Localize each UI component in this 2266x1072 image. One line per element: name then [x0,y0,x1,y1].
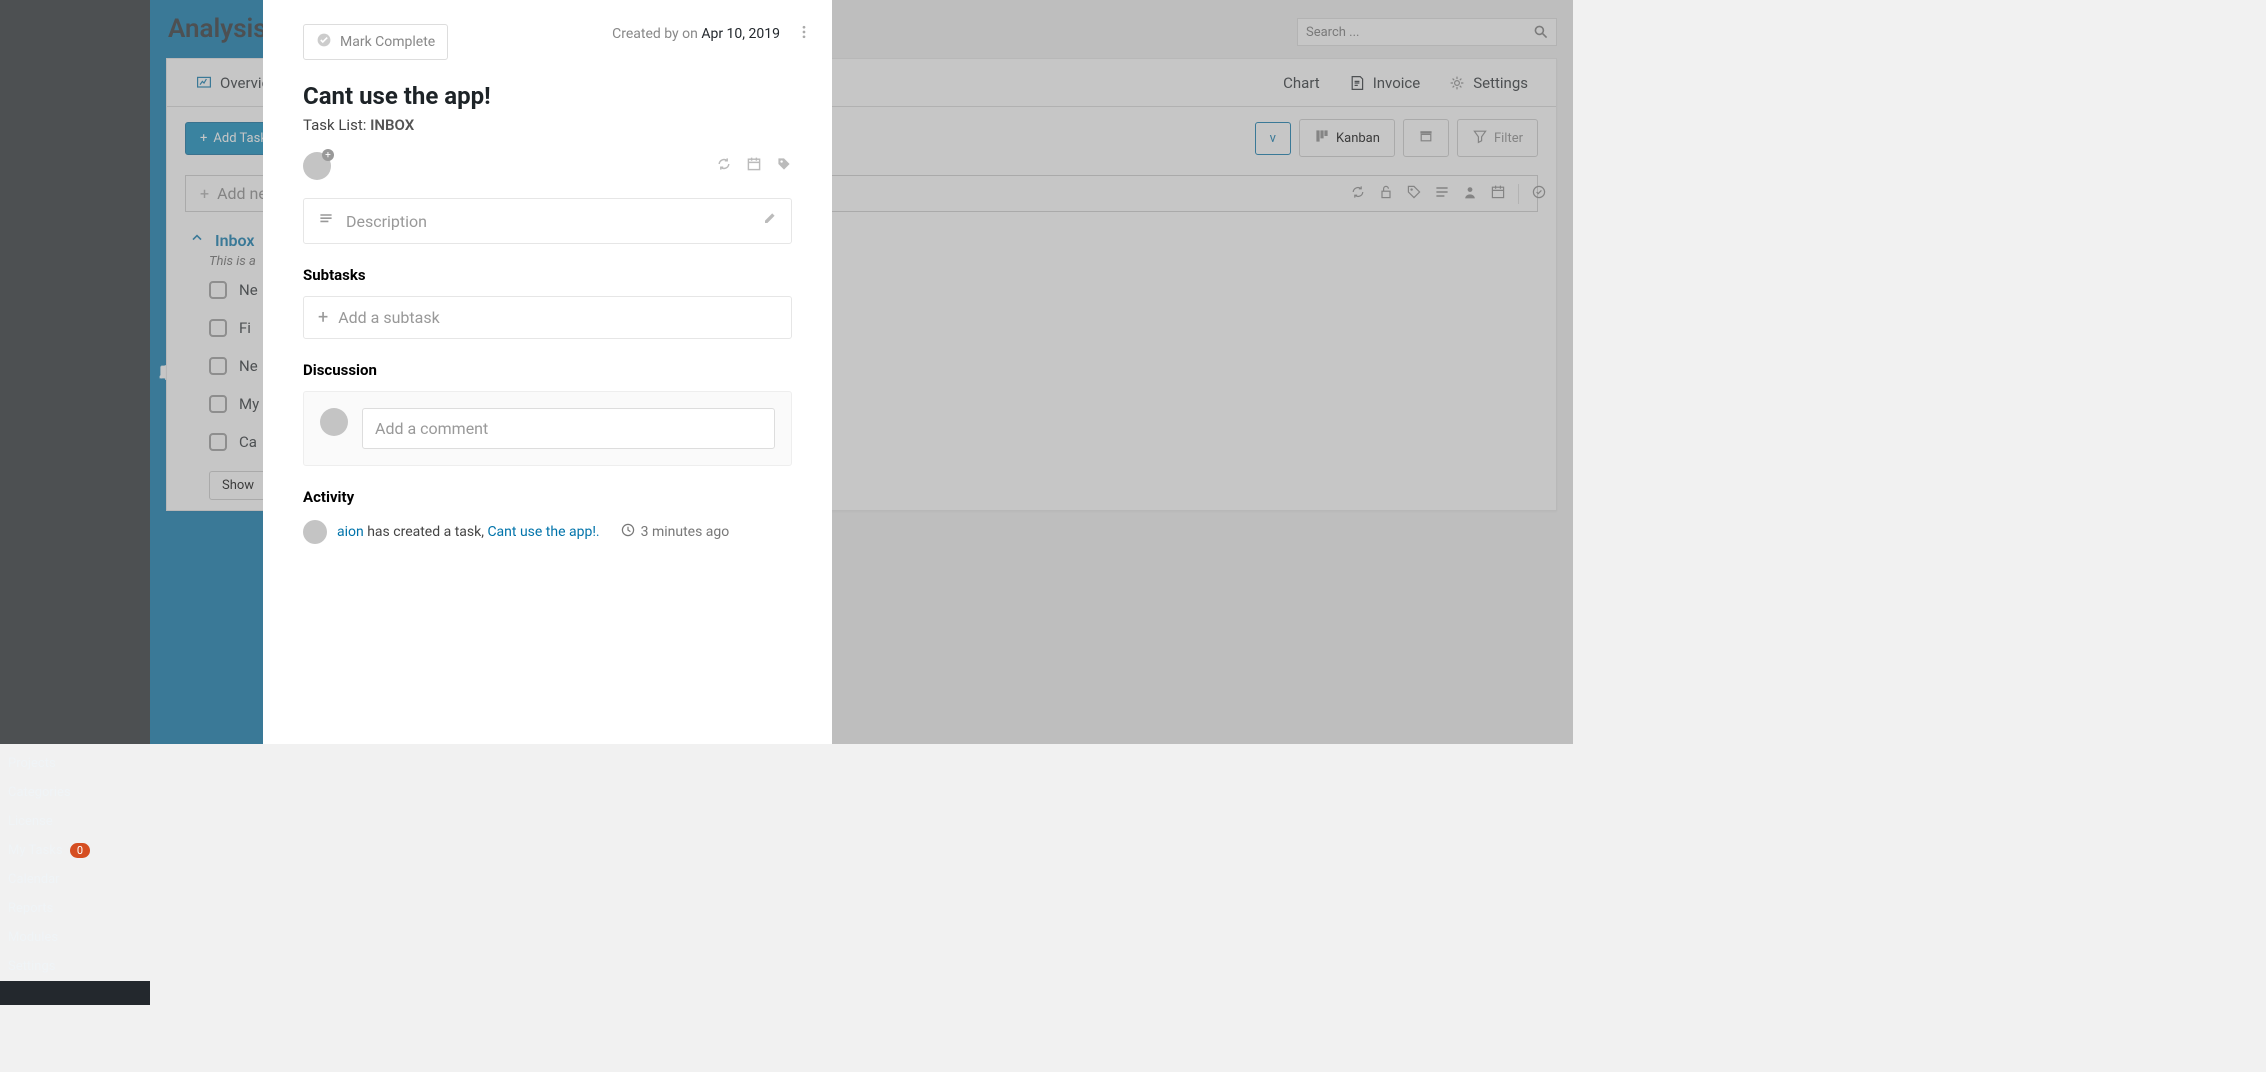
activity-time-label: 3 minutes ago [641,524,730,540]
add-assignee-button[interactable] [303,152,331,180]
sidebar-sub-categories[interactable]: Categories [0,778,150,807]
discussion-box: Add a comment [303,391,792,466]
clock-icon [620,522,636,542]
discussion-heading: Discussion [303,361,792,379]
refresh-icon[interactable] [716,156,732,176]
activity-text: has created a task, [364,524,488,540]
description-icon [318,211,334,231]
description-placeholder: Description [346,212,427,231]
pencil-icon[interactable] [761,211,777,231]
sidebar-sub-modules[interactable]: Modules [0,923,150,952]
calendar-icon[interactable] [746,156,762,176]
activity-heading: Activity [303,488,792,506]
check-circle-icon [316,32,332,52]
task-title: Cant use the app! [303,82,792,110]
sidebar-sub-calendar[interactable]: Calendar [0,865,150,894]
tag-icon[interactable] [776,156,792,176]
task-list-name[interactable]: INBOX [370,116,414,134]
task-modal: ✕ Mark Complete Created by on Apr 10, 20… [263,0,832,744]
task-list-label: Task List: [303,116,370,134]
avatar [303,520,327,544]
created-date: Apr 10, 2019 [701,26,780,42]
created-by-label: Created by on [612,26,701,42]
mark-complete-label: Mark Complete [340,34,435,50]
mytasks-badge: 0 [70,843,90,858]
avatar [320,408,348,436]
sidebar-sub-reports[interactable]: Reports [0,894,150,923]
activity-time: 3 minutes ago [620,522,730,542]
plus-icon: + [318,307,328,328]
task-list-info: Task List: INBOX [303,116,792,134]
sidebar-mytasks-label: My Tasks [8,843,63,858]
sidebar-sub-license[interactable]: License [0,807,150,836]
add-subtask-placeholder: Add a subtask [338,308,440,327]
task-action-icons [716,156,792,176]
modal-meta: Created by on Apr 10, 2019 [612,26,780,42]
mark-complete-button[interactable]: Mark Complete [303,24,448,60]
description-input[interactable]: Description [303,198,792,244]
activity-row: aion has created a task, Cant use the ap… [303,520,792,544]
sidebar-sub-settings[interactable]: Settings [0,952,150,981]
sidebar-sub-projects[interactable]: Projects [0,744,150,778]
subtasks-heading: Subtasks [303,266,792,284]
more-icon[interactable] [796,24,812,44]
sidebar-sub-mytasks[interactable]: My Tasks 0 [0,836,150,865]
activity-user[interactable]: aion [337,524,364,540]
activity-task-link[interactable]: Cant use the app!. [487,524,599,540]
comment-input[interactable]: Add a comment [362,408,775,449]
assignee-row [303,152,792,180]
add-subtask-input[interactable]: + Add a subtask [303,296,792,339]
